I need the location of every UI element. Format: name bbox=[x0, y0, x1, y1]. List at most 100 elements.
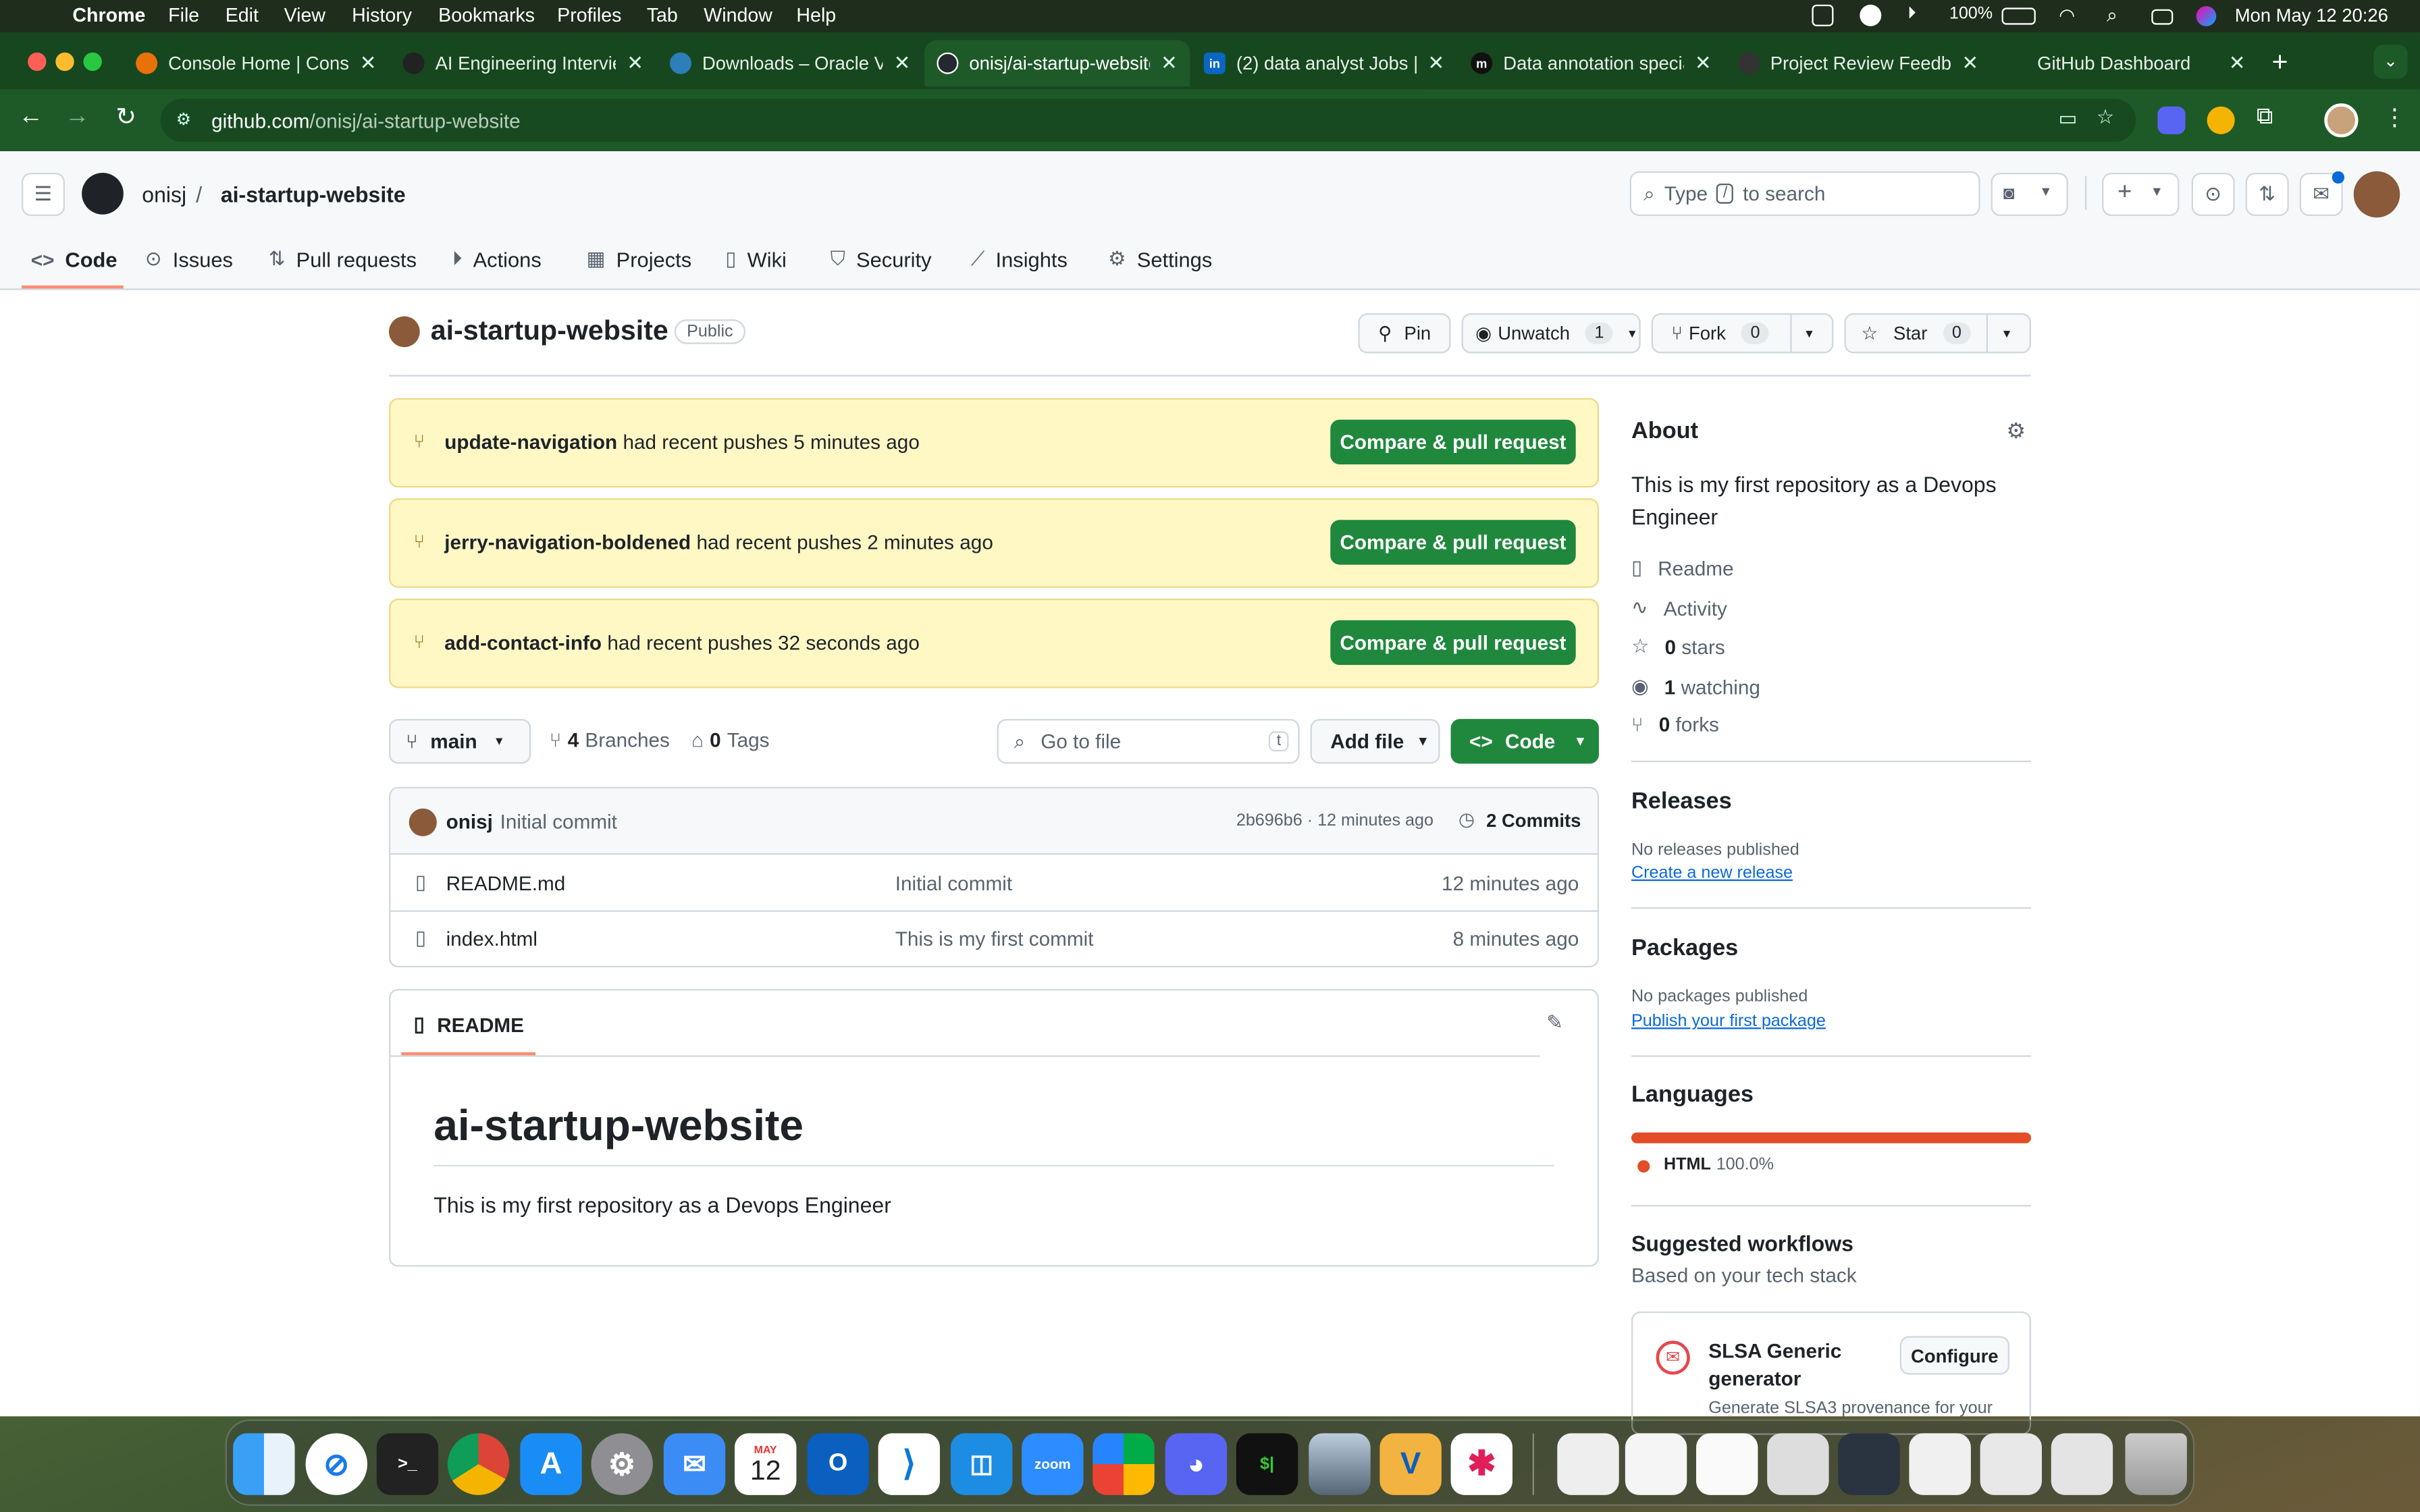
back-icon[interactable]: ← bbox=[18, 103, 43, 131]
star-button[interactable]: ☆ Star 0 ▾ bbox=[1844, 313, 2031, 354]
menu-file[interactable]: File bbox=[168, 5, 199, 26]
compare-pull-request-button[interactable]: Compare & pull request bbox=[1330, 620, 1576, 666]
banner-branch[interactable]: add-contact-info bbox=[444, 631, 602, 654]
preview-icon[interactable] bbox=[1309, 1433, 1371, 1495]
browser-tab[interactable]: Downloads – Oracle VM ✕ bbox=[658, 40, 923, 86]
google-meet-icon[interactable] bbox=[1093, 1433, 1155, 1495]
language-name[interactable]: HTML bbox=[1664, 1156, 1711, 1174]
status-app-icon[interactable] bbox=[1812, 4, 1834, 26]
profile-avatar[interactable] bbox=[2324, 103, 2359, 138]
trash-icon[interactable] bbox=[2125, 1433, 2187, 1495]
copilot-button[interactable]: ◙ ▾ bbox=[1991, 172, 2068, 216]
menu-tab[interactable]: Tab bbox=[647, 5, 678, 26]
file-name[interactable]: index.html bbox=[446, 927, 537, 950]
table-row[interactable]: ▯ README.md Initial commit 12 minutes ag… bbox=[390, 857, 1598, 912]
browser-tab-active[interactable]: onisj/ai-startup-website ✕ bbox=[924, 40, 1190, 86]
browser-tab[interactable]: Project Review Feedback ✕ bbox=[1725, 40, 1991, 86]
create-release-link[interactable]: Create a new release bbox=[1631, 864, 1793, 882]
tab-code[interactable]: <> Code bbox=[31, 238, 117, 281]
banner-branch[interactable]: jerry-navigation-boldened bbox=[444, 531, 691, 554]
address-bar[interactable]: ⚙ github.com/onisj/ai-startup-website ▭ … bbox=[160, 99, 2136, 142]
close-tab-icon[interactable]: ✕ bbox=[360, 51, 377, 76]
site-info-icon[interactable]: ⚙ bbox=[176, 109, 192, 130]
file-commit-message[interactable]: Initial commit bbox=[895, 871, 1012, 894]
create-new-button[interactable]: + ▾ bbox=[2102, 172, 2180, 216]
banner-branch[interactable]: update-navigation bbox=[444, 431, 617, 454]
battery-icon[interactable] bbox=[2001, 7, 2036, 25]
commit-hash-time[interactable]: 2b696b6 · 12 minutes ago bbox=[1236, 811, 1433, 830]
breadcrumb-repo[interactable]: ai-startup-website bbox=[221, 182, 406, 207]
browser-tab[interactable]: m Data annotation specialist ✕ bbox=[1458, 40, 1724, 86]
extension-icon[interactable] bbox=[2207, 106, 2235, 134]
compare-pull-request-button[interactable]: Compare & pull request bbox=[1330, 419, 1576, 464]
finder-icon[interactable] bbox=[233, 1433, 295, 1495]
tab-wiki[interactable]: ▯ Wiki bbox=[725, 238, 787, 281]
readme-tab[interactable]: ▯ README bbox=[414, 1012, 524, 1037]
discord-icon[interactable]: ◕ bbox=[1165, 1433, 1228, 1495]
tab-issues[interactable]: ⊙ Issues bbox=[145, 238, 233, 281]
close-tab-icon[interactable]: ✕ bbox=[1695, 51, 1712, 76]
app-store-icon[interactable]: A bbox=[520, 1433, 582, 1495]
menu-bookmarks[interactable]: Bookmarks bbox=[438, 5, 535, 26]
tab-actions[interactable]: ⏵ Actions bbox=[452, 238, 542, 281]
commit-message[interactable]: Initial commit bbox=[500, 810, 617, 833]
branches-link[interactable]: ⑂ 4 Branches bbox=[550, 728, 670, 751]
repo-title[interactable]: ai-startup-website bbox=[431, 315, 668, 347]
system-settings-icon[interactable]: ⚙ bbox=[591, 1433, 653, 1495]
browser-tab[interactable]: AI Engineering Interview ✕ bbox=[390, 40, 656, 86]
vscode-icon[interactable]: ⟩ bbox=[878, 1433, 940, 1495]
issues-icon[interactable]: ⊙ bbox=[2191, 172, 2235, 216]
file-name[interactable]: README.md bbox=[446, 871, 566, 894]
window-thumbnail[interactable] bbox=[1838, 1433, 1900, 1495]
tab-search-icon[interactable]: ⌄ bbox=[2373, 45, 2408, 79]
gear-icon[interactable]: ⚙ bbox=[2006, 418, 2026, 444]
wifi-icon[interactable]: ◠ bbox=[2059, 5, 2075, 26]
chrome-icon[interactable] bbox=[447, 1433, 510, 1495]
slack-icon[interactable]: ✱ bbox=[1450, 1433, 1512, 1495]
iterm-icon[interactable]: $| bbox=[1236, 1433, 1298, 1495]
play-icon[interactable]: ⏵ bbox=[1908, 5, 1916, 25]
add-file-button[interactable]: Add file ▾ bbox=[1310, 719, 1440, 764]
releases-title[interactable]: Releases bbox=[1631, 788, 1732, 815]
stars-link[interactable]: ☆ 0 stars bbox=[1631, 634, 1725, 659]
browser-tab[interactable]: GitHub Dashboard ✕ bbox=[1993, 40, 2258, 86]
github-logo-icon[interactable] bbox=[82, 172, 124, 215]
document-thumbnail[interactable] bbox=[1625, 1433, 1687, 1495]
calendar-icon[interactable]: MAY 12 bbox=[734, 1433, 797, 1495]
safari-icon[interactable]: ⊘ bbox=[305, 1433, 367, 1495]
install-app-icon[interactable]: ▭ bbox=[2058, 107, 2077, 132]
window-thumbnail[interactable] bbox=[1767, 1433, 1829, 1495]
control-center-icon[interactable] bbox=[2151, 9, 2174, 25]
chevron-down-icon[interactable]: ▾ bbox=[1806, 325, 1812, 342]
tab-insights[interactable]: ⟋ Insights bbox=[971, 238, 1068, 281]
window-thumbnail[interactable] bbox=[1980, 1433, 2042, 1495]
mail-icon[interactable]: ✉ bbox=[663, 1433, 726, 1495]
pull-requests-icon[interactable]: ⇅ bbox=[2245, 172, 2289, 216]
outlook-icon[interactable]: O bbox=[807, 1433, 869, 1495]
menu-window[interactable]: Window bbox=[704, 5, 772, 26]
tab-pull-requests[interactable]: ⇅ Pull requests bbox=[269, 238, 417, 281]
commit-author-avatar[interactable] bbox=[409, 808, 437, 836]
compare-pull-request-button[interactable]: Compare & pull request bbox=[1330, 520, 1576, 565]
window-thumbnail[interactable] bbox=[2051, 1433, 2113, 1495]
discord-extension-icon[interactable] bbox=[2157, 106, 2186, 134]
commits-link[interactable]: 2 Commits bbox=[1486, 810, 1581, 832]
reload-icon[interactable]: ↻ bbox=[115, 102, 136, 133]
menu-edit[interactable]: Edit bbox=[226, 5, 259, 26]
pin-button[interactable]: ⚲ Pin bbox=[1358, 313, 1451, 354]
terminal-icon[interactable]: >_ bbox=[376, 1433, 439, 1495]
extensions-puzzle-icon[interactable]: ⧉ bbox=[2257, 103, 2273, 130]
breadcrumb-owner[interactable]: onisj bbox=[142, 182, 186, 207]
search-input[interactable]: ⌕ Type / to search bbox=[1629, 171, 1980, 216]
tab-security[interactable]: ⛉ Security bbox=[831, 238, 932, 281]
document-thumbnail[interactable] bbox=[1695, 1433, 1758, 1495]
activity-link[interactable]: ∿ Activity bbox=[1631, 595, 1727, 620]
close-tab-icon[interactable]: ✕ bbox=[2229, 51, 2246, 76]
menu-profiles[interactable]: Profiles bbox=[557, 5, 621, 26]
close-tab-icon[interactable]: ✕ bbox=[1427, 51, 1444, 76]
chevron-down-icon[interactable]: ▾ bbox=[2003, 325, 2010, 342]
go-to-file-input[interactable]: ⌕ Go to file t bbox=[997, 719, 1300, 764]
repo-owner-avatar[interactable] bbox=[388, 316, 420, 348]
menu-history[interactable]: History bbox=[352, 5, 412, 26]
watching-link[interactable]: ◉ 1 watching bbox=[1631, 674, 1760, 699]
